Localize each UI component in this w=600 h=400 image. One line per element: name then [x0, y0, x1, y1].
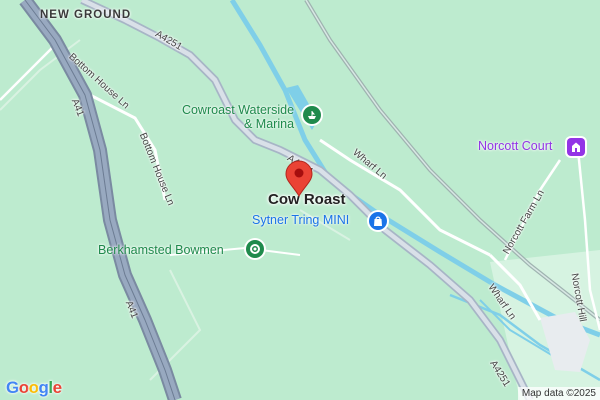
road-bottom-house-ln — [0, 44, 56, 101]
logo-letter: g — [38, 378, 49, 397]
boat-icon[interactable] — [303, 106, 321, 124]
boat-icon-glyph — [308, 111, 316, 119]
landmark-icon-glyph — [572, 142, 580, 152]
locality-label: Cow Roast — [268, 191, 346, 208]
poi-marina-line1: Cowroast Waterside — [181, 103, 295, 117]
google-logo[interactable]: Google — [6, 378, 62, 398]
park-icon-glyph — [250, 244, 260, 254]
poi-bowmen-label[interactable]: Berkhamsted Bowmen — [98, 243, 224, 257]
map-attribution[interactable]: Map data ©2025 — [517, 387, 600, 400]
shopping-bag-icon[interactable] — [369, 212, 387, 230]
landmark-icon[interactable] — [567, 138, 585, 156]
shopping-bag-icon-glyph — [374, 216, 382, 226]
poi-sytner-label[interactable]: Sytner Tring MINI — [252, 213, 349, 227]
poi-marina-label[interactable]: Cowroast Waterside & Marina — [170, 103, 294, 131]
logo-letter: G — [6, 378, 19, 397]
poi-marina-line2: & Marina — [244, 117, 295, 131]
place-label-new-ground: NEW GROUND — [40, 9, 132, 21]
map-canvas[interactable]: NEW GROUND A4251 A4251 A4251 A41 A41 Bot… — [0, 0, 600, 400]
logo-letter: o — [28, 378, 39, 397]
logo-letter: e — [52, 378, 62, 397]
park-icon[interactable] — [246, 240, 264, 258]
poi-norcott-court-label[interactable]: Norcott Court — [478, 139, 552, 153]
logo-letter: o — [18, 378, 29, 397]
road-a41-divider — [24, 0, 176, 400]
